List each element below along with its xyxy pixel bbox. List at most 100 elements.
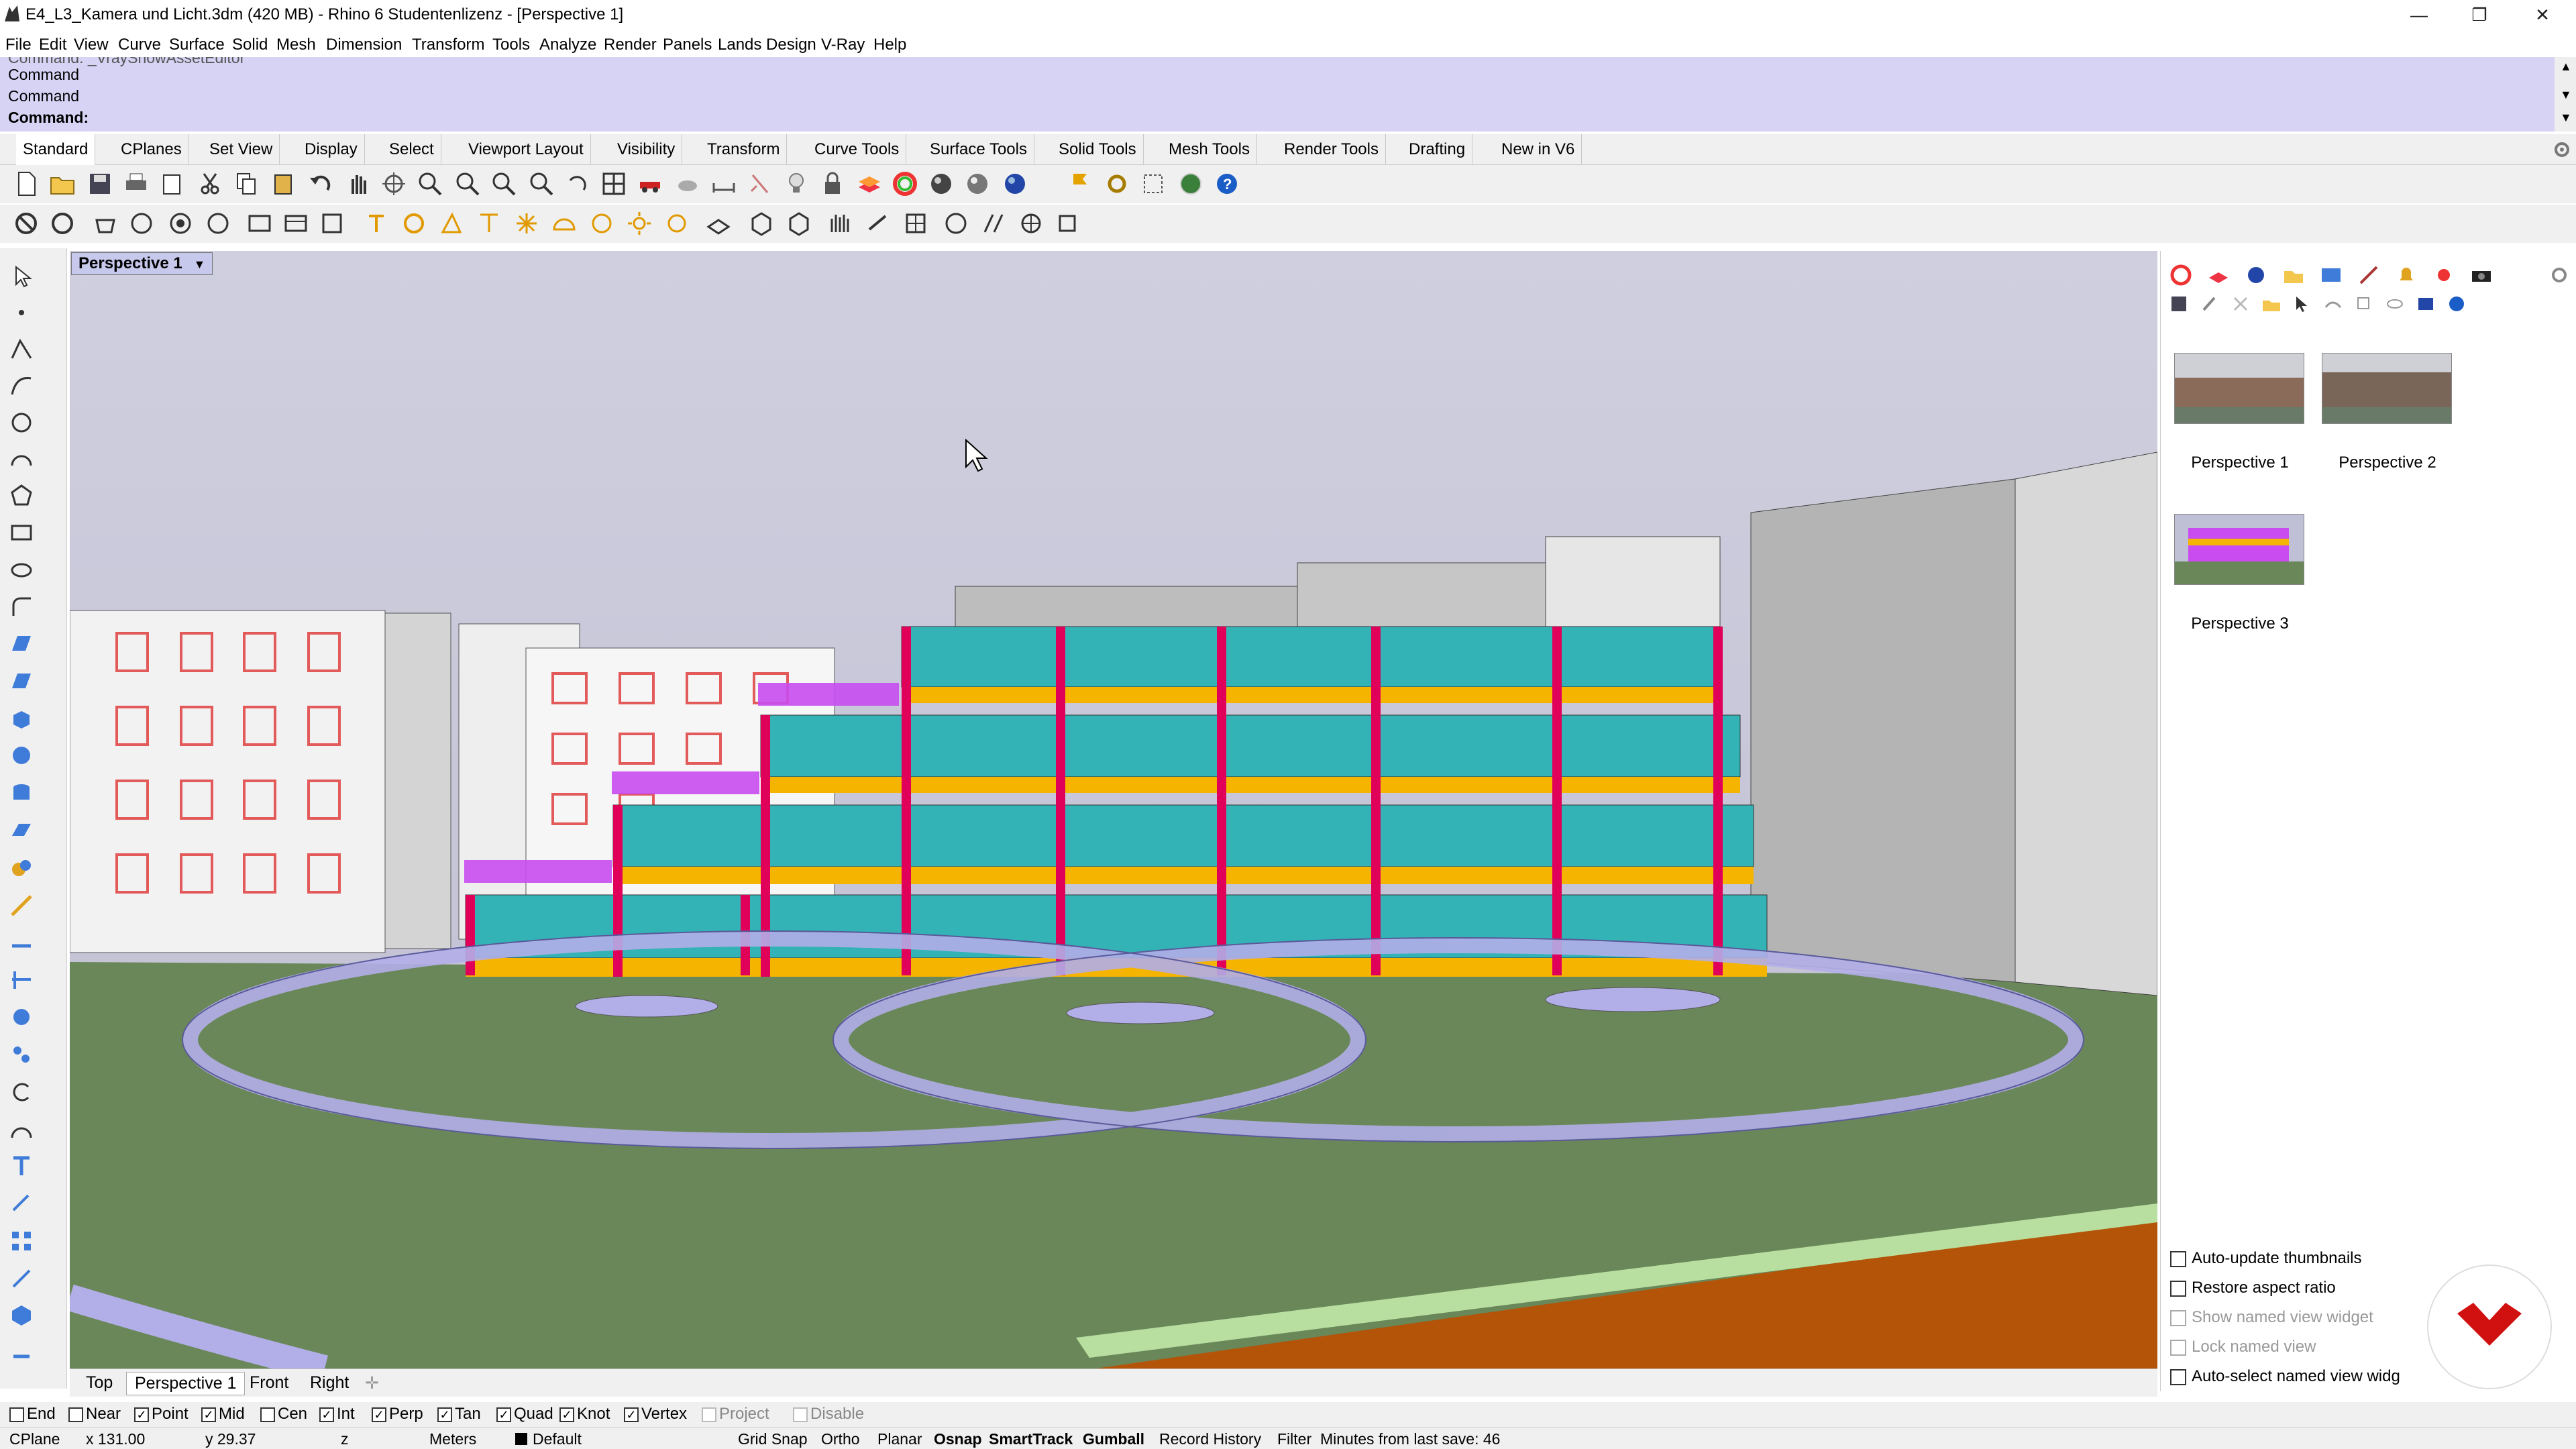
thumbnail-perspective-1[interactable] — [2174, 353, 2304, 424]
osnap-project[interactable]: Project — [702, 1405, 769, 1424]
checkmark-icon[interactable]: ✓ — [496, 1407, 511, 1422]
surface-icon[interactable] — [8, 631, 35, 657]
vray-mesh-light-icon[interactable] — [588, 209, 616, 237]
vray-sphere-light-icon[interactable] — [400, 209, 428, 237]
tab-surface-tools[interactable]: Surface Tools — [923, 134, 1034, 165]
menu-edit[interactable]: Edit — [39, 36, 66, 54]
dimension-icon[interactable] — [710, 170, 738, 198]
zoom-selected-icon[interactable] — [527, 170, 555, 198]
menu-file[interactable]: File — [5, 36, 32, 54]
current-layer[interactable]: Default — [533, 1430, 582, 1448]
menu-panels[interactable]: Panels — [663, 36, 712, 54]
rotate-view-icon[interactable] — [380, 170, 408, 198]
osnap-end[interactable]: End — [9, 1405, 56, 1424]
osnap-perp[interactable]: ✓ Perp — [372, 1405, 423, 1424]
dimension-tool-icon[interactable] — [8, 1190, 35, 1217]
import-view-icon[interactable] — [2261, 294, 2282, 314]
vray-dome-light-icon[interactable] — [550, 209, 578, 237]
command-scrollbar[interactable]: ▲ ▼ ▼ — [2555, 57, 2576, 131]
osnap-toggle[interactable]: Osnap — [934, 1430, 982, 1448]
checkmark-icon[interactable]: ✓ — [134, 1407, 149, 1422]
vray-decal-icon[interactable] — [979, 209, 1008, 237]
tab-mesh-tools[interactable]: Mesh Tools — [1162, 134, 1257, 165]
curve-icon[interactable] — [8, 372, 35, 398]
cut-icon[interactable] — [196, 170, 224, 198]
vray-export-proxy-icon[interactable] — [785, 209, 813, 237]
boolean-icon[interactable] — [8, 855, 35, 881]
add-view-tab-icon[interactable]: ✛ — [357, 1372, 387, 1395]
vray-settings-icon[interactable] — [318, 209, 346, 237]
vray-rect-light-icon[interactable] — [437, 209, 466, 237]
tab-render-tools[interactable]: Render Tools — [1277, 134, 1386, 165]
chevron-down-icon[interactable]: ▼ — [193, 258, 205, 271]
checkbox-box[interactable] — [260, 1407, 275, 1422]
checkmark-icon[interactable]: ✓ — [372, 1407, 386, 1422]
vray-fur-icon[interactable] — [826, 209, 855, 237]
checkbox-box[interactable] — [2170, 1339, 2186, 1356]
tab-transform[interactable]: Transform — [700, 134, 788, 165]
menu-vray[interactable]: V-Ray — [821, 36, 865, 54]
print-icon[interactable] — [122, 170, 150, 198]
animate-view-icon[interactable] — [2323, 294, 2343, 314]
flag-icon[interactable] — [1067, 170, 1095, 198]
smarttrack-toggle[interactable]: SmartTrack — [989, 1430, 1073, 1448]
checkmark-icon[interactable]: ✓ — [201, 1407, 216, 1422]
render-icon[interactable] — [674, 170, 702, 198]
minimize-button[interactable]: — — [2399, 3, 2439, 27]
view-tab-perspective-1[interactable]: Perspective 1 — [126, 1372, 246, 1395]
menu-analyze[interactable]: Analyze — [539, 36, 596, 54]
polyline-icon[interactable] — [8, 335, 35, 362]
trim-icon[interactable] — [8, 966, 35, 993]
osnap-tan[interactable]: ✓ Tan — [437, 1405, 481, 1424]
import-icon[interactable] — [158, 170, 186, 198]
light-bulb-icon[interactable] — [782, 170, 810, 198]
restore-aspect-ratio-checkbox[interactable]: Restore aspect ratio — [2170, 1279, 2336, 1297]
show-named-view-widget-checkbox[interactable]: Show named view widget — [2170, 1308, 2373, 1327]
sphere-icon[interactable] — [8, 742, 35, 769]
delete-view-icon[interactable] — [2231, 294, 2251, 314]
pan-icon[interactable] — [343, 170, 372, 198]
viewport-title[interactable]: Perspective 1 ▼ — [71, 252, 213, 275]
command-prompt[interactable]: Command: — [8, 109, 89, 127]
zoom-icon[interactable] — [416, 170, 444, 198]
perspective-viewport[interactable] — [70, 251, 2157, 1368]
vray-mesh-icon[interactable] — [902, 209, 930, 237]
sun-panel-icon[interactable] — [2432, 263, 2456, 287]
camera-icon[interactable] — [2469, 263, 2493, 287]
tab-solid-tools[interactable]: Solid Tools — [1052, 134, 1144, 165]
display-panel-icon[interactable] — [2244, 263, 2268, 287]
panel-gear-icon[interactable] — [2547, 263, 2571, 287]
osnap-knot[interactable]: ✓ Knot — [559, 1405, 610, 1424]
cylinder-icon[interactable] — [8, 780, 35, 806]
group-icon[interactable] — [8, 1041, 35, 1068]
extrude-surface-icon[interactable] — [8, 668, 35, 695]
auto-update-thumbnails-checkbox[interactable]: Auto-update thumbnails — [2170, 1249, 2362, 1268]
menu-dimension[interactable]: Dimension — [326, 36, 402, 54]
vray-lister-icon[interactable] — [282, 209, 310, 237]
layer-icon[interactable] — [855, 170, 883, 198]
analyze-icon[interactable] — [8, 1265, 35, 1292]
checkbox-box[interactable] — [702, 1407, 716, 1422]
named-view-help-icon[interactable] — [2447, 294, 2467, 314]
render-tool-icon[interactable] — [8, 1301, 35, 1328]
osnap-quad[interactable]: ✓ Quad — [496, 1405, 553, 1424]
more-tools-icon[interactable] — [8, 1339, 35, 1366]
scroll-down-icon[interactable]: ▼ — [2560, 111, 2572, 125]
rotate-icon[interactable] — [8, 1079, 35, 1106]
vray-material-icon[interactable] — [127, 209, 156, 237]
checkbox-box[interactable] — [2170, 1250, 2186, 1267]
view-tab-front[interactable]: Front — [241, 1372, 297, 1394]
tab-new-in-v6[interactable]: New in V6 — [1495, 134, 1582, 165]
globe-icon[interactable] — [1177, 170, 1205, 198]
thumbnail-perspective-3[interactable] — [2174, 514, 2304, 585]
menu-mesh[interactable]: Mesh — [276, 36, 316, 54]
join-icon[interactable] — [8, 1004, 35, 1030]
zoom-window-icon[interactable] — [453, 170, 482, 198]
ellipse-icon[interactable] — [8, 557, 35, 584]
rectangle-icon[interactable] — [8, 519, 35, 546]
vray-ambient-light-icon[interactable] — [663, 209, 691, 237]
menu-tools[interactable]: Tools — [492, 36, 530, 54]
vray-plane-icon[interactable] — [704, 209, 733, 237]
material-sphere-icon[interactable] — [963, 170, 991, 198]
layer-color-swatch[interactable] — [515, 1433, 527, 1445]
